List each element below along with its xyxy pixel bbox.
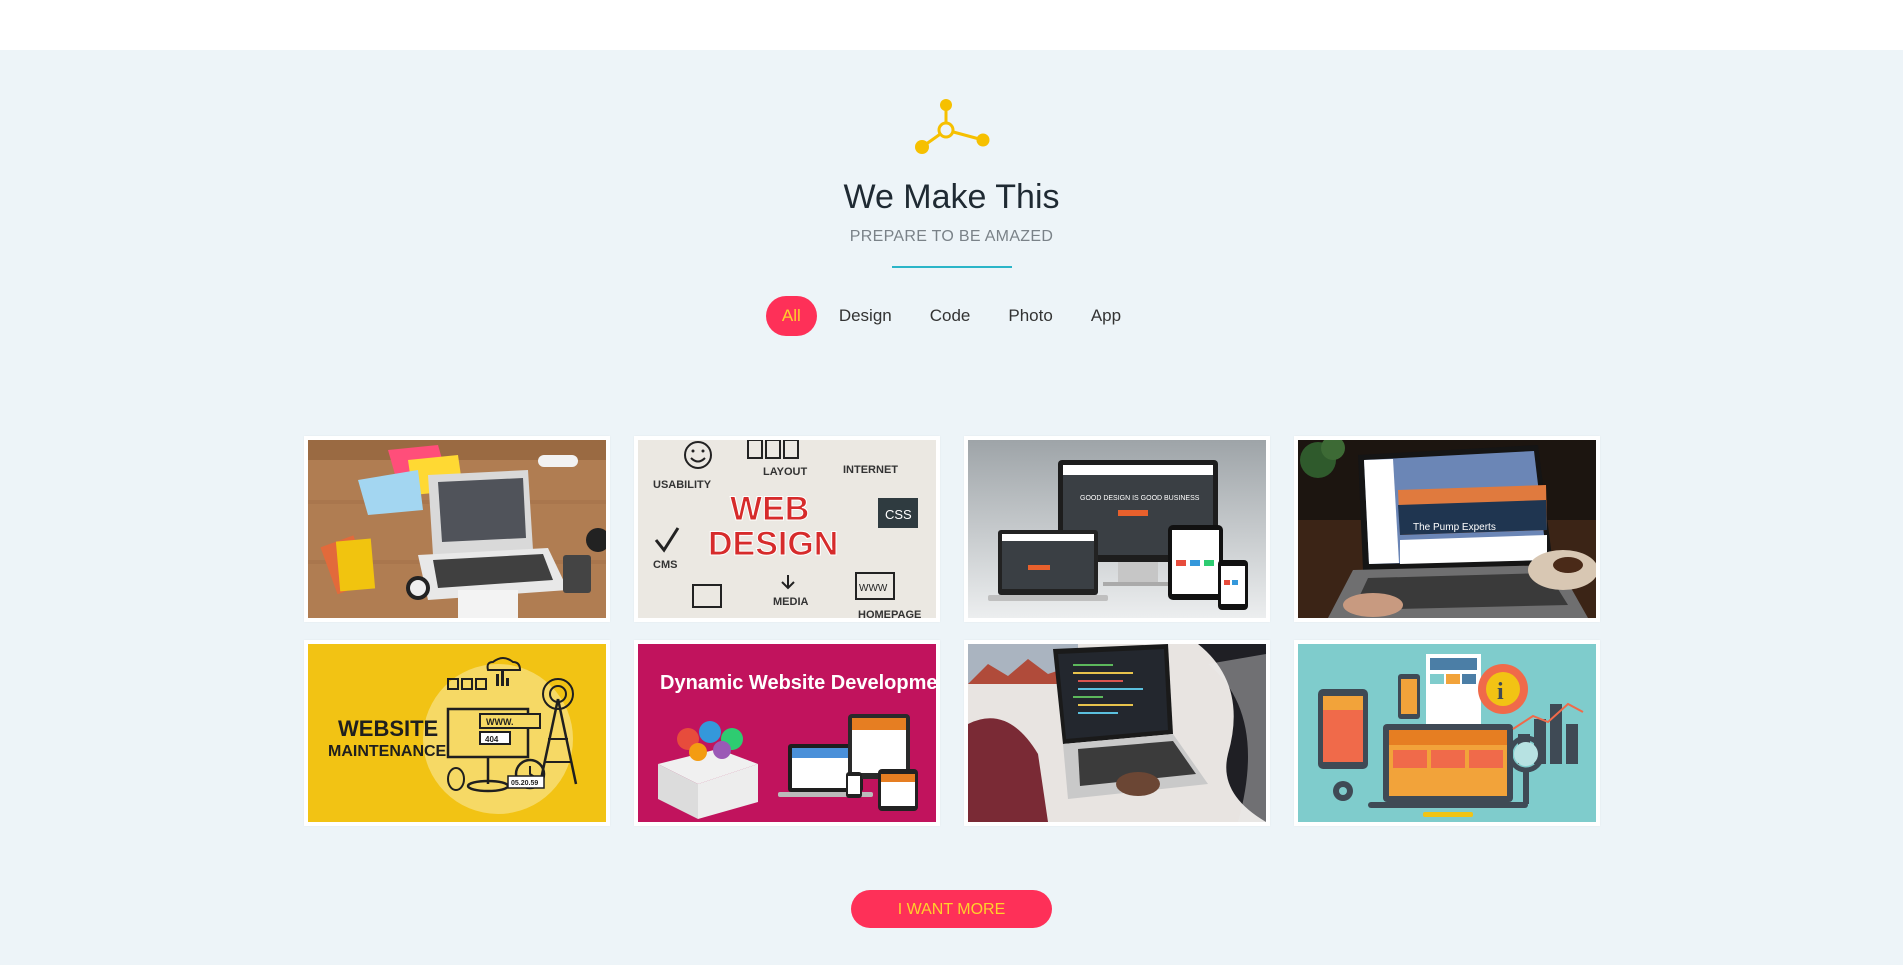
homepage-label: HOMEPAGE [858,609,921,618]
portfolio-item[interactable]: GOOD DESIGN IS GOOD BUSINESS [964,436,1270,622]
pump-experts-headline: The Pump Experts [1413,522,1496,533]
maintenance-title-line2: MAINTENANCE [328,743,447,760]
www-label: WWW [859,583,888,594]
flat-devices-illustration: i [1298,644,1596,822]
laptop-desk-photo [308,440,606,618]
www-field: WWW. [486,717,514,727]
mockup-headline: GOOD DESIGN IS GOOD BUSINESS [1080,495,1200,502]
laptop-website-photo: The Pump Experts [1298,440,1596,618]
filter-app[interactable]: App [1075,296,1137,336]
error-code: 404 [485,735,499,744]
dynamic-website-development-graphic: Dynamic Website Development [638,644,936,822]
filter-code[interactable]: Code [914,296,987,336]
coding-laptop-photo [968,644,1266,822]
top-bar [0,0,1903,50]
portfolio-item[interactable]: USABILITY LAYOUT INTERNET WEB DESIGN CSS… [634,436,940,622]
portfolio-item[interactable]: Dynamic Website Development [634,640,940,826]
i-want-more-button[interactable]: I WANT MORE [851,890,1052,928]
svg-text:i: i [1497,679,1504,705]
portfolio-grid: USABILITY LAYOUT INTERNET WEB DESIGN CSS… [304,436,1600,826]
css-label: CSS [885,507,912,522]
cms-label: CMS [653,559,677,571]
web-heading: WEB [730,490,809,528]
portfolio-item[interactable] [964,640,1270,826]
responsive-devices-mockup: GOOD DESIGN IS GOOD BUSINESS [968,440,1266,618]
portfolio-item[interactable]: WEBSITE MAINTENANCE WWW. 404 05.20.59 [304,640,610,826]
design-heading: DESIGN [708,525,838,563]
maintenance-title-line1: WEBSITE [338,716,438,741]
portfolio-filters: All Design Code Photo App [0,296,1903,336]
section-subtitle: PREPARE TO BE AMAZED [849,228,1054,245]
web-design-graphic: USABILITY LAYOUT INTERNET WEB DESIGN CSS… [638,440,936,618]
share-nodes-icon [915,99,990,154]
filter-design[interactable]: Design [823,296,908,336]
filter-all[interactable]: All [765,296,817,336]
filter-photo[interactable]: Photo [992,296,1068,336]
timer-readout: 05.20.59 [511,780,538,787]
section-title: We Make This [843,178,1060,216]
media-label: MEDIA [773,596,809,608]
website-maintenance-graphic: WEBSITE MAINTENANCE WWW. 404 05.20.59 [308,644,606,822]
usability-label: USABILITY [653,479,712,491]
layout-label: LAYOUT [763,466,807,478]
title-divider [892,266,1012,268]
portfolio-item[interactable] [304,436,610,622]
portfolio-item[interactable]: i [1294,640,1600,826]
dynamic-dev-headline: Dynamic Website Development [660,672,936,694]
portfolio-item[interactable]: The Pump Experts [1294,436,1600,622]
internet-label: INTERNET [843,464,898,476]
